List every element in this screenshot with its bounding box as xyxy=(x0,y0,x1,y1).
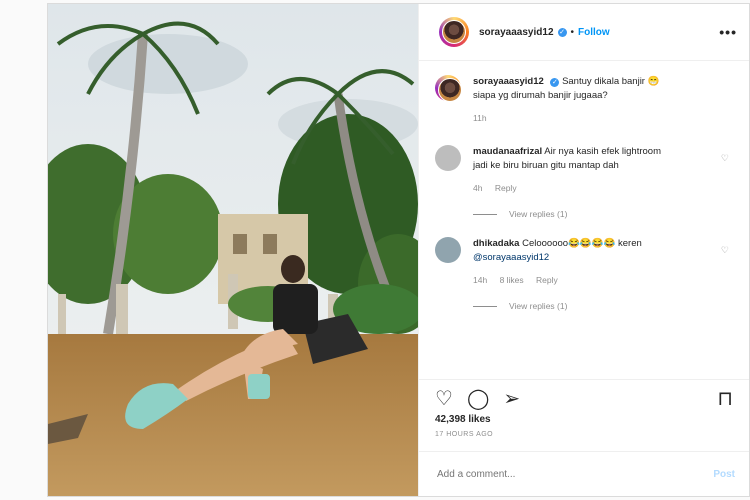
share-icon[interactable]: ➢ xyxy=(503,388,520,410)
verified-icon: ✓ xyxy=(557,27,567,37)
post-dialog: sorayaaasyid12 ✓ • Follow ••• sorayaaasy… xyxy=(47,3,750,497)
comment-item: dhikadaka Celoooooo😂😂😂😂 keren @sorayaaas… xyxy=(435,237,733,287)
action-icons: ♡ ◯ ➢ ⊓ xyxy=(435,388,733,410)
separator-dot: • xyxy=(570,26,575,38)
post-header: sorayaaasyid12 ✓ • Follow ••• xyxy=(419,4,749,61)
post-sidebar: sorayaaasyid12 ✓ • Follow ••• sorayaaasy… xyxy=(418,4,749,496)
flood-photo-illustration xyxy=(48,4,418,496)
post-photo[interactable] xyxy=(48,4,418,496)
caption-meta: 11h xyxy=(473,111,673,125)
comment-like-heart-icon[interactable]: ♡ xyxy=(721,153,729,164)
author-username[interactable]: sorayaaasyid12 xyxy=(479,27,554,38)
comment-meta: 14h 8 likes Reply xyxy=(473,273,673,287)
caption: sorayaaasyid12 ✓ Santuy dikala banjir 😁 … xyxy=(435,75,733,125)
heart-icon[interactable]: ♡ xyxy=(435,388,453,410)
bookmark-icon[interactable]: ⊓ xyxy=(717,388,733,410)
commenter-avatar[interactable] xyxy=(435,145,461,171)
comment-like-heart-icon[interactable]: ♡ xyxy=(721,245,729,256)
comment-body: maudanaafrizal Air nya kasih efek lightr… xyxy=(473,145,673,195)
caption-body: sorayaaasyid12 ✓ Santuy dikala banjir 😁 … xyxy=(473,75,673,125)
comment-item: maudanaafrizal Air nya kasih efek lightr… xyxy=(435,145,733,195)
follow-button[interactable]: Follow xyxy=(578,27,610,38)
commenter-username[interactable]: dhikadaka xyxy=(473,238,519,249)
comment-time[interactable]: 14h xyxy=(473,275,487,285)
reply-button[interactable]: Reply xyxy=(536,275,558,285)
commenter-username[interactable]: maudanaafrizal xyxy=(473,146,542,157)
more-options-icon[interactable]: ••• xyxy=(719,24,737,40)
caption-time[interactable]: 11h xyxy=(473,113,487,123)
comment-meta: 4h Reply xyxy=(473,181,673,195)
post-comment-button[interactable]: Post xyxy=(713,469,735,480)
verified-icon: ✓ xyxy=(550,78,560,87)
author-avatar[interactable] xyxy=(439,17,469,47)
caption-avatar[interactable] xyxy=(435,75,462,102)
comment-likes[interactable]: 8 likes xyxy=(500,275,524,285)
reply-button[interactable]: Reply xyxy=(495,183,517,193)
commenter-avatar[interactable] xyxy=(435,237,461,263)
comments-list[interactable]: sorayaaasyid12 ✓ Santuy dikala banjir 😁 … xyxy=(419,61,749,379)
view-replies-button[interactable]: View replies (1) xyxy=(473,301,733,311)
comment-time[interactable]: 4h xyxy=(473,183,482,193)
comment-icon[interactable]: ◯ xyxy=(467,388,489,410)
comment-text: Celoooooo😂😂😂😂 keren xyxy=(522,238,642,249)
post-timestamp[interactable]: 17 HOURS AGO xyxy=(435,431,733,438)
comment-body: dhikadaka Celoooooo😂😂😂😂 keren @sorayaaas… xyxy=(473,237,673,287)
likes-count[interactable]: 42,398 likes xyxy=(435,414,733,425)
view-replies-button[interactable]: View replies (1) xyxy=(473,209,733,219)
comment-input[interactable] xyxy=(435,467,714,481)
comment-mention[interactable]: @sorayaaasyid12 xyxy=(473,252,549,263)
add-comment-bar: Post xyxy=(419,451,749,496)
post-actions: ♡ ◯ ➢ ⊓ 42,398 likes 17 HOURS AGO xyxy=(419,379,749,446)
caption-username[interactable]: sorayaaasyid12 xyxy=(473,76,544,87)
